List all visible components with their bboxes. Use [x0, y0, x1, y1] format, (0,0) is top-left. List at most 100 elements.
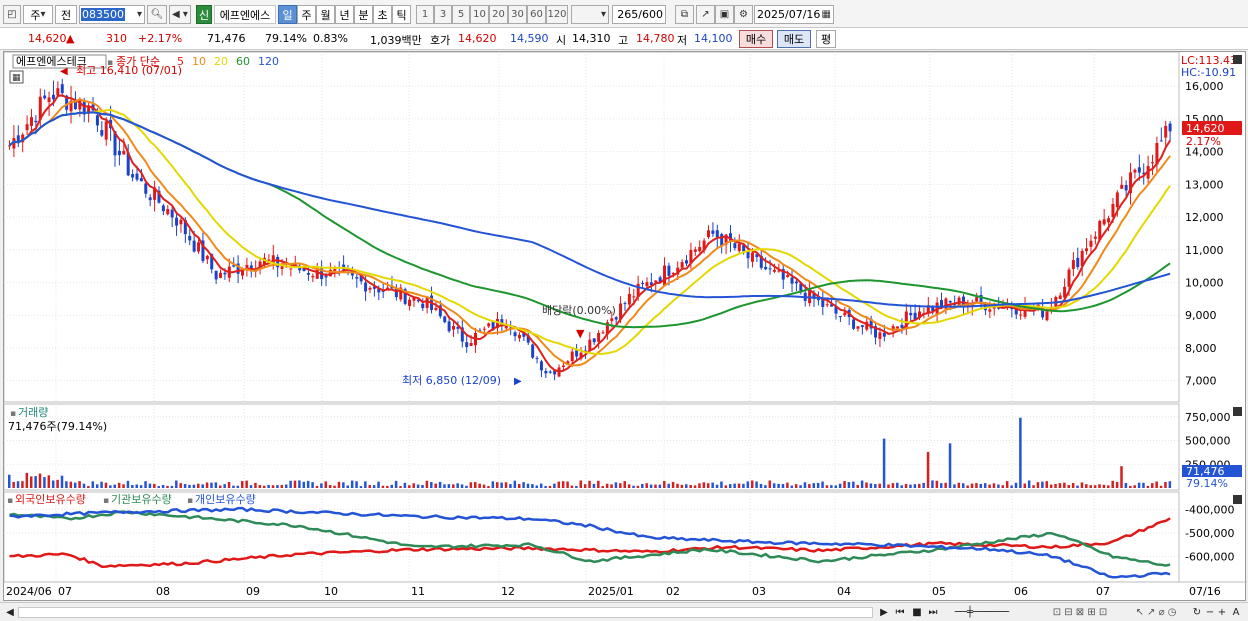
- legend-toggle-glyph: ▦: [12, 73, 21, 83]
- price-y-tick: 13,000: [1185, 178, 1224, 191]
- volume-bar: [465, 485, 468, 488]
- candle-body: [219, 272, 223, 278]
- stock-code-input[interactable]: 083500 ▾: [79, 5, 145, 24]
- candle-body: [447, 321, 451, 332]
- interval-button-4[interactable]: 20: [489, 5, 508, 24]
- zoom-slider[interactable]: ──╪──────: [946, 605, 1018, 620]
- holding-panel-close-icon[interactable]: [1233, 495, 1242, 504]
- price-y-tick: 16,000: [1185, 80, 1224, 93]
- interval-button-1[interactable]: 3: [434, 5, 452, 24]
- prev-button[interactable]: 전: [55, 5, 77, 24]
- candle-body: [60, 84, 64, 94]
- save-icon[interactable]: ▣: [715, 5, 734, 24]
- period-tab-3[interactable]: 년: [335, 5, 354, 24]
- period-tab-0[interactable]: 일: [278, 5, 297, 24]
- candle-body: [610, 318, 614, 322]
- rewind-icon[interactable]: ⏮: [893, 605, 907, 620]
- period-tab-1[interactable]: 주: [297, 5, 316, 24]
- interval-select[interactable]: ▾: [571, 5, 609, 24]
- volume-bar: [1159, 485, 1163, 488]
- volume-bar: [78, 481, 81, 488]
- holding-legend-item: 개인보유수량: [195, 493, 256, 506]
- current-price-tag-value: 14,620: [1186, 122, 1225, 135]
- candle-body: [641, 283, 645, 285]
- candle-body: [214, 270, 218, 280]
- candle-body: [166, 208, 170, 215]
- volume-bar: [1098, 484, 1101, 488]
- candle-body: [170, 209, 174, 218]
- x-axis-label: 07: [1096, 585, 1110, 598]
- settings-gear-icon[interactable]: ⚙: [734, 5, 753, 24]
- draw-tools-icons[interactable]: ↖ ↗ ⌀ ◷: [1128, 605, 1184, 620]
- interval-button-2[interactable]: 5: [452, 5, 470, 24]
- volume-bar: [262, 485, 266, 488]
- stop-icon[interactable]: ■: [910, 605, 924, 620]
- sell-button[interactable]: 매도: [777, 30, 811, 48]
- calendar-icon[interactable]: ▦: [822, 9, 833, 20]
- volume-bar: [900, 485, 903, 488]
- candle-body: [1089, 240, 1093, 247]
- holding-legend-bullet: ▪: [103, 496, 109, 506]
- period-tab-6[interactable]: 틱: [392, 5, 411, 24]
- scroll-left-icon[interactable]: ◀: [4, 605, 16, 620]
- high-arrow-icon: ◀: [60, 66, 68, 77]
- scroll-track[interactable]: [18, 607, 873, 618]
- period-tab-label: 분: [358, 8, 369, 22]
- volume-bar: [671, 481, 675, 488]
- candle-body: [790, 277, 794, 284]
- candle-body: [531, 344, 535, 358]
- chart-area[interactable]: 16,000 15,000 14,000 13,000 12,000 11,000 10,0…: [3, 51, 1247, 602]
- volume-bar: [975, 483, 978, 488]
- interval-button-3[interactable]: 10: [470, 5, 489, 24]
- interval-button-0[interactable]: 1: [416, 5, 434, 24]
- window-menu-icon[interactable]: ◰: [3, 5, 21, 24]
- data-count-input[interactable]: 265/600: [612, 5, 666, 24]
- scroll-right-icon[interactable]: ▶: [878, 605, 890, 620]
- candle-body: [772, 269, 776, 272]
- view-mode-icons[interactable]: ⊡ ⊟ ⊠ ⊞ ⊡: [1025, 605, 1135, 620]
- price-y-tick: 9,000: [1185, 309, 1217, 322]
- period-tab-2[interactable]: 월: [316, 5, 335, 24]
- volume-bar: [1014, 482, 1018, 488]
- refresh-icon[interactable]: ↻: [1190, 605, 1204, 620]
- chart-toolbar: ◰ 주 ▾ 전 083500 ▾ 🔍︎ ◀ ▾ 신 에프엔에스 일주월년분초틱 1…: [0, 0, 1248, 28]
- x-axis-label: 2024/06: [6, 585, 52, 598]
- chart-canvas[interactable]: 16,00015,00014,00013,00012,00011,00010,0…: [3, 51, 1247, 602]
- candle-body: [1133, 169, 1137, 173]
- vol-bullet-icon: ▪: [10, 409, 16, 419]
- x-axis-label: 12: [501, 585, 515, 598]
- volume-panel-close-icon[interactable]: [1233, 407, 1242, 416]
- volume-bar: [456, 483, 459, 488]
- date-input[interactable]: 2025/07/16 ▦: [754, 5, 834, 24]
- interval-button-7[interactable]: 120: [546, 5, 568, 24]
- volume-bar: [29, 476, 33, 488]
- candle-body: [1076, 257, 1080, 268]
- period-tab-4[interactable]: 분: [354, 5, 373, 24]
- chart-type-icon[interactable]: ⧉: [675, 5, 694, 24]
- stock-name: 에프엔에스: [214, 5, 276, 24]
- font-size-icon[interactable]: A: [1230, 605, 1242, 620]
- eval-button[interactable]: 평: [816, 30, 836, 48]
- zoom-in-icon[interactable]: +: [1216, 605, 1228, 620]
- search-icon[interactable]: 🔍︎: [147, 5, 167, 24]
- interval-button-5[interactable]: 30: [508, 5, 527, 24]
- interval-button-6[interactable]: 60: [527, 5, 546, 24]
- forward-icon[interactable]: ⏭: [926, 605, 940, 620]
- volume-bar: [777, 483, 780, 488]
- period-tab-5[interactable]: 초: [373, 5, 392, 24]
- candle-body: [843, 312, 847, 316]
- volume-bar: [707, 483, 710, 488]
- volume-bar: [997, 484, 1000, 488]
- drawing-tool-icon[interactable]: ↗: [696, 5, 715, 24]
- volume-bar: [517, 483, 521, 488]
- speaker-icon[interactable]: ◀ ▾: [169, 5, 191, 24]
- holding-panel: [3, 491, 1180, 583]
- volume-bar: [148, 483, 152, 488]
- candle-body: [561, 365, 565, 368]
- zoom-out-icon[interactable]: −: [1204, 605, 1216, 620]
- volume-bar: [838, 483, 842, 488]
- buy-button[interactable]: 매수: [739, 30, 773, 48]
- price-panel-close-icon[interactable]: [1233, 55, 1242, 64]
- chart-scrollbar[interactable]: ◀ ▶ ⏮ ■ ⏭ ──╪────── ⊡ ⊟ ⊠ ⊞ ⊡ ↖ ↗ ⌀ ◷ ↻ …: [0, 602, 1248, 621]
- market-type-select[interactable]: 주 ▾: [23, 5, 53, 24]
